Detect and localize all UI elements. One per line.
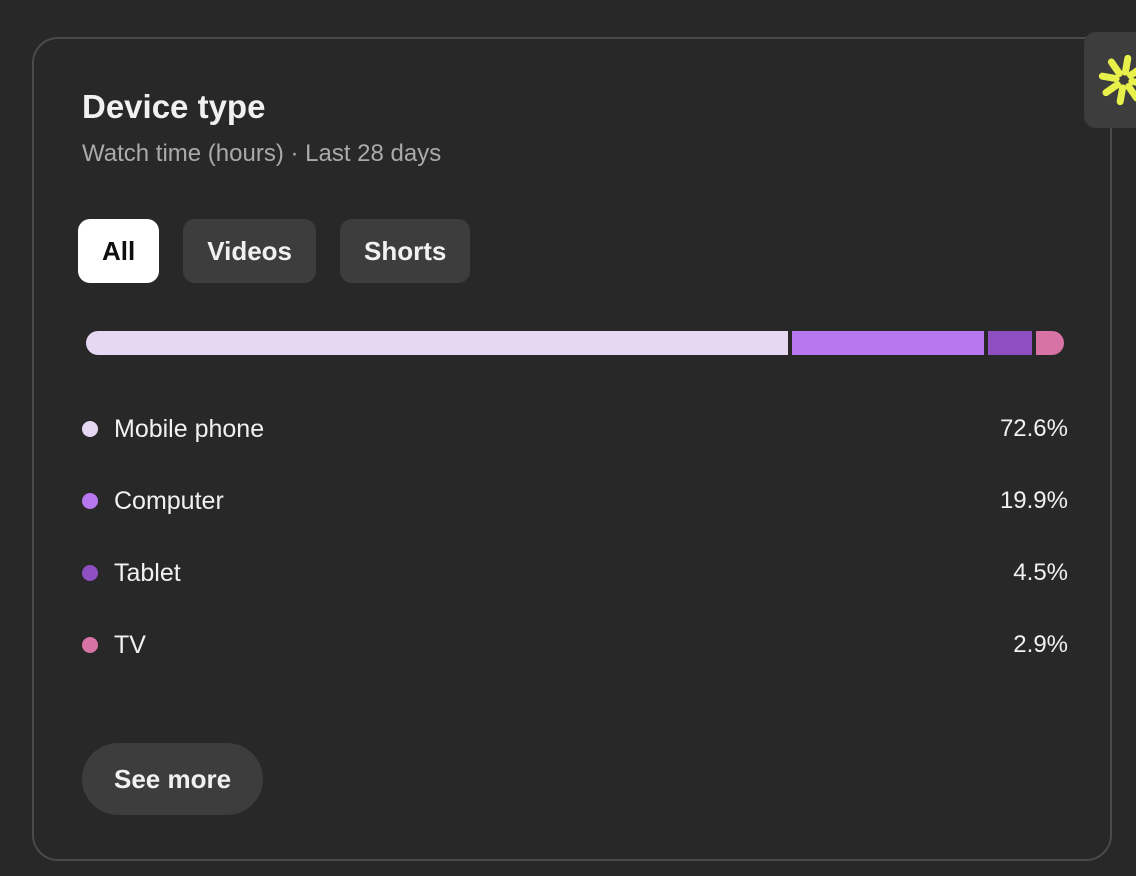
bar-segment-tablet[interactable] — [988, 331, 1032, 355]
legend-dot-icon — [82, 637, 98, 653]
legend-row-computer: Computer 19.9% — [82, 465, 1068, 537]
side-assistant-button[interactable] — [1084, 32, 1136, 128]
legend-value: 19.9% — [999, 487, 1068, 514]
legend-label: Mobile phone — [114, 414, 265, 443]
legend-value: 72.6% — [999, 415, 1068, 442]
bar-segment-computer[interactable] — [792, 331, 985, 355]
see-more-button[interactable]: See more — [82, 743, 264, 815]
device-type-card: Device type Watch time (hours) · Last 28… — [32, 37, 1112, 861]
card-title: Device type — [82, 88, 266, 125]
bar-segment-mobile-phone[interactable] — [86, 331, 789, 355]
legend-dot-icon — [82, 493, 98, 509]
filter-chip-shorts[interactable]: Shorts — [340, 219, 471, 283]
device-share-bar — [86, 331, 1064, 355]
card-subtitle: Watch time (hours) · Last 28 days — [82, 140, 442, 167]
legend-value: 4.5% — [1013, 559, 1068, 586]
legend-row-tablet: Tablet 4.5% — [82, 537, 1068, 609]
legend-value: 2.9% — [1013, 631, 1068, 658]
legend-label: TV — [114, 630, 146, 659]
filter-chip-videos[interactable]: Videos — [183, 219, 317, 283]
legend-dot-icon — [82, 421, 98, 437]
legend-row-tv: TV 2.9% — [82, 609, 1068, 681]
sparkle-icon — [1098, 54, 1136, 106]
legend-label: Tablet — [114, 558, 181, 587]
legend-dot-icon — [82, 565, 98, 581]
bar-segment-tv[interactable] — [1035, 331, 1064, 355]
legend-label: Computer — [114, 486, 224, 515]
filter-chips: All Videos Shorts — [78, 219, 471, 283]
device-legend: Mobile phone 72.6% Computer 19.9% Tablet… — [82, 393, 1068, 681]
filter-chip-all[interactable]: All — [78, 219, 160, 283]
legend-row-mobile-phone: Mobile phone 72.6% — [82, 393, 1068, 465]
